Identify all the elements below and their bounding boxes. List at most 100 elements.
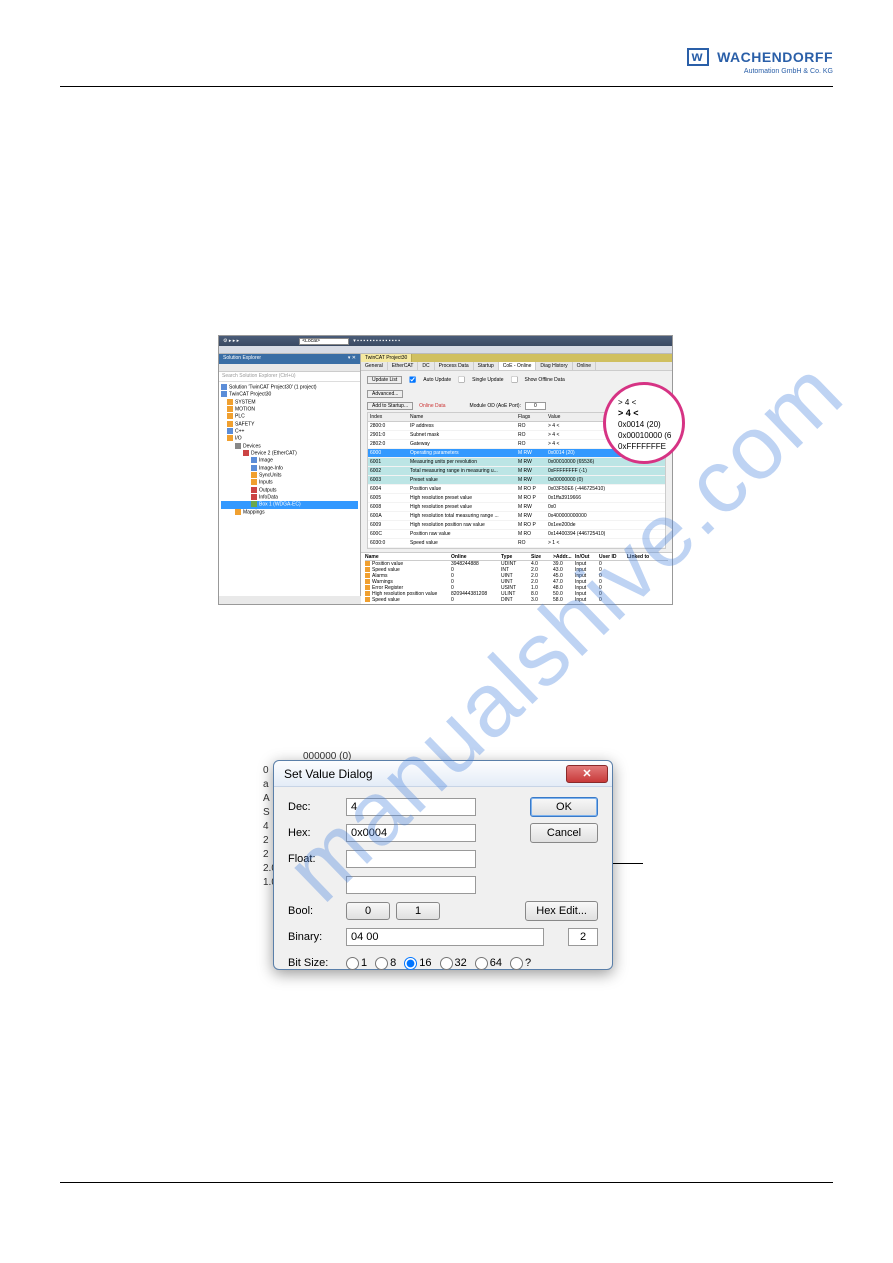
tree-icon <box>251 487 257 493</box>
tree-node[interactable]: SyncUnits <box>221 472 358 479</box>
ok-button[interactable]: OK <box>530 797 598 817</box>
panel-title: Solution Explorer <box>223 355 261 363</box>
cell: M RW <box>516 512 546 520</box>
tree-node[interactable]: C++ <box>221 428 358 435</box>
table-row[interactable]: 6002Total measuring range in measuring u… <box>368 467 665 476</box>
hex-input[interactable] <box>346 824 476 842</box>
dialog-titlebar[interactable]: Set Value Dialog ✕ <box>274 761 612 787</box>
close-icon[interactable]: ✕ <box>566 765 608 783</box>
dialog-title: Set Value Dialog <box>284 767 373 781</box>
hex-edit-button[interactable]: Hex Edit... <box>525 901 598 921</box>
tree-node[interactable]: I/O <box>221 435 358 442</box>
panel-controls[interactable]: ▾ ✕ <box>348 355 356 363</box>
tree-icon <box>251 465 257 471</box>
advanced-button[interactable]: Advanced... <box>367 390 403 398</box>
bool-1-button[interactable]: 1 <box>396 902 440 920</box>
col: Type <box>501 554 531 560</box>
tree-node[interactable]: Outputs <box>221 487 358 494</box>
tree-node[interactable]: Image <box>221 457 358 464</box>
tree-node[interactable]: Mappings <box>221 509 358 516</box>
document-tabs[interactable]: TwinCAT Project30 <box>361 354 672 362</box>
tree-icon <box>251 501 257 507</box>
property-tabs[interactable]: GeneralEtherCATDCProcess DataStartupCoE … <box>361 362 672 371</box>
target-combo[interactable] <box>299 338 349 345</box>
tree-node[interactable]: SAFETY <box>221 421 358 428</box>
tree-icon <box>227 413 233 419</box>
tree-node[interactable]: InfoData <box>221 494 358 501</box>
table-row[interactable]: 6004Position valueM RO P0x03F50E6 (-4467… <box>368 485 665 494</box>
table-row[interactable]: 600CPosition raw valueM RO0x14400394 (44… <box>368 530 665 539</box>
tree-icon <box>251 457 257 463</box>
float-input[interactable] <box>346 850 476 868</box>
single-update-checkbox[interactable] <box>458 376 465 383</box>
table-row[interactable]: 6005High resolution preset valueM RO P0x… <box>368 494 665 503</box>
tree-node[interactable]: Solution 'TwinCAT Project30' (1 project) <box>221 384 358 391</box>
cell: 6002 <box>368 467 408 475</box>
bitsize-option[interactable]: 1 <box>346 957 367 970</box>
property-tab[interactable]: DC <box>418 362 434 370</box>
table-row[interactable]: Speed value0DINT3.058.0Input0 <box>365 597 668 603</box>
bitsize-radio[interactable] <box>375 957 388 970</box>
property-tab[interactable]: EtherCAT <box>388 362 419 370</box>
bitsize-option[interactable]: 32 <box>440 957 467 970</box>
cell: High resolution preset value <box>408 494 516 502</box>
bitsize-radio[interactable] <box>404 957 417 970</box>
bitsize-radio[interactable] <box>440 957 453 970</box>
dec-input[interactable] <box>346 798 476 816</box>
solution-tree[interactable]: Solution 'TwinCAT Project30' (1 project)… <box>219 382 360 596</box>
cell: 3.0 <box>531 597 553 603</box>
col-index: Index <box>368 413 408 421</box>
cell: 0x00010000 (65536) <box>546 458 626 466</box>
bitsize-radio[interactable] <box>510 957 523 970</box>
table-row[interactable]: 6030:0Speed valueRO> 1 < <box>368 539 665 548</box>
cancel-button[interactable]: Cancel <box>530 823 598 843</box>
float2-input[interactable] <box>346 876 476 894</box>
property-tab[interactable]: Diag History <box>536 362 572 370</box>
bitsize-option[interactable]: ? <box>510 957 531 970</box>
property-tab[interactable]: CoE - Online <box>499 362 537 370</box>
tree-node[interactable]: Box 1 (WDGA-EC) <box>221 501 358 508</box>
show-offline-checkbox[interactable] <box>511 376 518 383</box>
binary-input[interactable] <box>346 928 544 946</box>
cell: DINT <box>501 597 531 603</box>
tree-node[interactable]: Device 2 (EtherCAT) <box>221 450 358 457</box>
property-tab[interactable]: Online <box>573 362 596 370</box>
tree-node[interactable]: Devices <box>221 443 358 450</box>
row-icon <box>365 579 370 584</box>
bitsize-option[interactable]: 64 <box>475 957 502 970</box>
row-icon <box>365 561 370 566</box>
tree-node[interactable]: Image-Info <box>221 465 358 472</box>
document-tab[interactable]: TwinCAT Project30 <box>361 354 412 362</box>
callout-line: 0x0014 (20) <box>618 419 676 430</box>
cell: RO <box>516 431 546 439</box>
table-row[interactable]: 6003Preset valueM RW0x00000000 (0) <box>368 476 665 485</box>
bool-0-button[interactable]: 0 <box>346 902 390 920</box>
bitsize-radio[interactable] <box>475 957 488 970</box>
cell: 0 <box>599 597 627 603</box>
table-row[interactable]: 6008High resolution preset valueM RW0x0 <box>368 503 665 512</box>
tree-node[interactable]: PLC <box>221 413 358 420</box>
table-row[interactable]: 600AHigh resolution total measuring rang… <box>368 512 665 521</box>
update-list-button[interactable]: Update List <box>367 376 402 384</box>
table-row[interactable]: 6009High resolution position raw valueM … <box>368 521 665 530</box>
solution-explorer-search[interactable]: Search Solution Explorer (Ctrl+ü) <box>219 372 360 382</box>
cell: Position raw value <box>408 530 516 538</box>
bitsize-option[interactable]: 8 <box>375 957 396 970</box>
bitsize-radios[interactable]: 18 16 32 64? <box>346 957 531 970</box>
property-tab[interactable]: Process Data <box>435 362 474 370</box>
cell: M RW <box>516 458 546 466</box>
bitsize-radio[interactable] <box>346 957 359 970</box>
add-to-startup-button[interactable]: Add to Startup... <box>367 402 413 410</box>
float-label: Float: <box>288 853 346 865</box>
property-tab[interactable]: General <box>361 362 388 370</box>
property-tab[interactable]: Startup <box>474 362 499 370</box>
tree-node[interactable]: TwinCAT Project30 <box>221 391 358 398</box>
tree-icon <box>221 384 227 390</box>
tree-node[interactable]: Inputs <box>221 479 358 486</box>
auto-update-checkbox[interactable] <box>410 376 417 383</box>
tree-icon <box>251 494 257 500</box>
table-row[interactable]: 6001Measuring units per revolutionM RW0x… <box>368 458 665 467</box>
tree-node[interactable]: MOTION <box>221 406 358 413</box>
tree-node[interactable]: SYSTEM <box>221 399 358 406</box>
bitsize-option[interactable]: 16 <box>404 957 431 970</box>
